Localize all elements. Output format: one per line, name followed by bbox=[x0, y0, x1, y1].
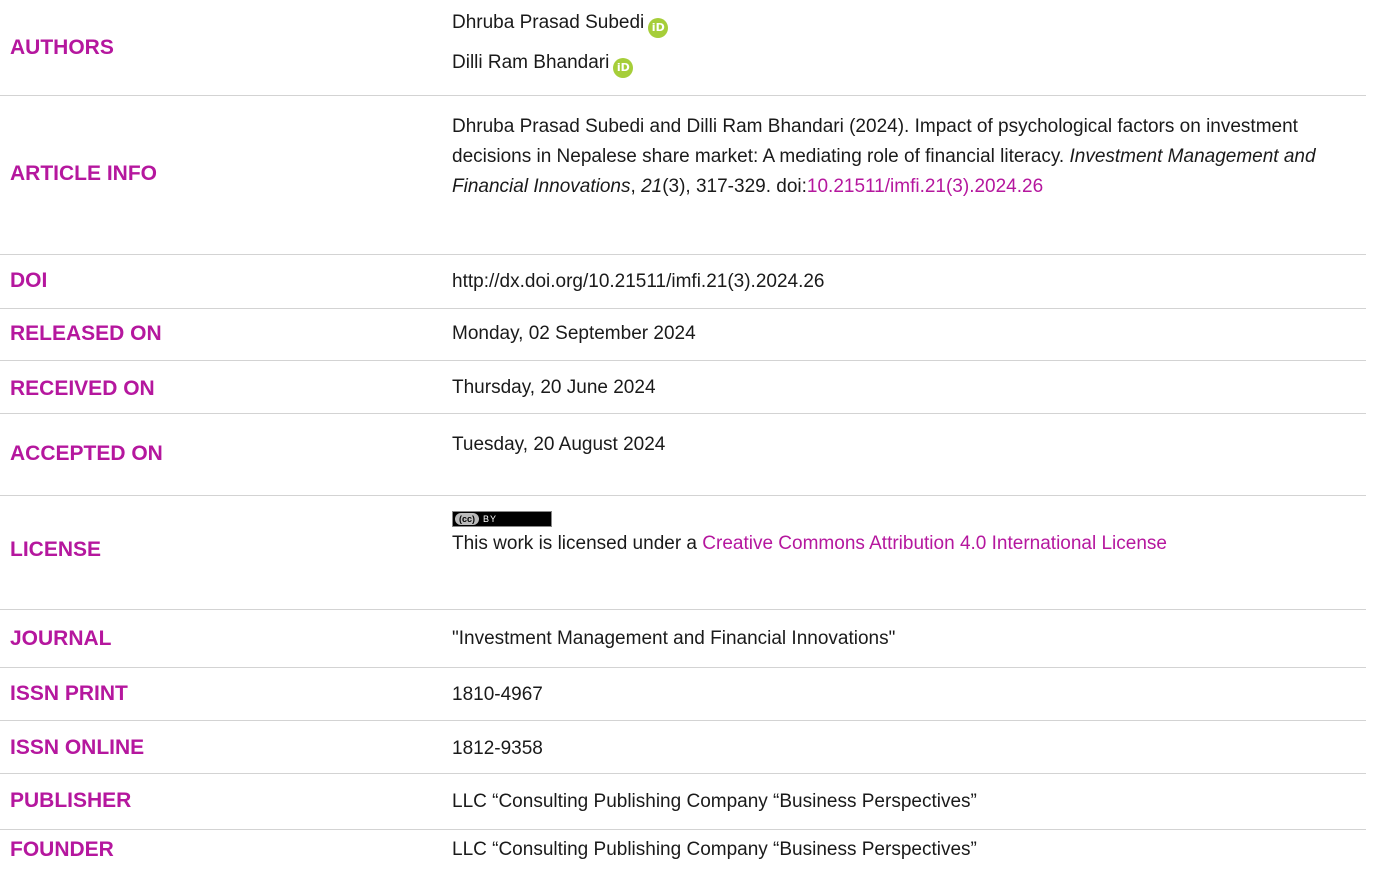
license-text: This work is licensed under a bbox=[452, 533, 703, 554]
orcid-icon[interactable]: iD bbox=[648, 18, 669, 38]
publisher-value: LLC “Consulting Publishing Company “Busi… bbox=[452, 791, 977, 812]
received-value: Thursday, 20 June 2024 bbox=[452, 377, 656, 398]
article-info-row: ARTICLE INFO Dhruba Prasad Subedi and Di… bbox=[0, 96, 1366, 255]
license-value: (cc) BY This work is licensed under a Cr… bbox=[452, 508, 1342, 558]
received-label: RECEIVED ON bbox=[10, 377, 155, 400]
issn-online-value: 1812-9358 bbox=[452, 738, 543, 759]
authors-row: AUTHORS Dhruba Prasad Subedi iD Dilli Ram… bbox=[0, 0, 1366, 96]
citation-doi-link[interactable]: 10.21511/imfi.21(3).2024.26 bbox=[807, 176, 1043, 197]
article-citation: Dhruba Prasad Subedi and Dilli Ram Bhand… bbox=[452, 112, 1342, 202]
journal-row: JOURNAL "Investment Management and Finan… bbox=[0, 610, 1366, 668]
founder-row: FOUNDER LLC “Consulting Publishing Compa… bbox=[0, 830, 1366, 886]
license-label: LICENSE bbox=[10, 538, 102, 561]
article-info-label: ARTICLE INFO bbox=[10, 162, 157, 185]
citation-volume: 21 bbox=[641, 176, 663, 197]
journal-label: JOURNAL bbox=[10, 627, 112, 650]
author-name[interactable]: Dhruba Prasad Subedi bbox=[452, 12, 644, 33]
orcid-icon[interactable]: iD bbox=[613, 58, 634, 78]
doi-value[interactable]: http://dx.doi.org/10.21511/imfi.21(3).20… bbox=[452, 269, 1342, 295]
doi-label: DOI bbox=[10, 269, 48, 292]
accepted-label: ACCEPTED ON bbox=[10, 442, 163, 465]
issn-print-value: 1810-4967 bbox=[452, 684, 543, 705]
author-name[interactable]: Dilli Ram Bhandari bbox=[452, 52, 609, 73]
released-label: RELEASED ON bbox=[10, 322, 162, 345]
journal-value: "Investment Management and Financial Inn… bbox=[452, 628, 896, 649]
released-value: Monday, 02 September 2024 bbox=[452, 323, 696, 344]
accepted-row: ACCEPTED ON Tuesday, 20 August 2024 bbox=[0, 414, 1366, 496]
authors-label: AUTHORS bbox=[10, 36, 114, 59]
cc-by-license-badge[interactable]: (cc) BY bbox=[452, 511, 552, 527]
publisher-row: PUBLISHER LLC “Consulting Publishing Com… bbox=[0, 774, 1366, 830]
citation-comma: , bbox=[630, 176, 642, 197]
authors-list: Dhruba Prasad Subedi iD Dilli Ram Bhandar… bbox=[452, 10, 1342, 80]
license-link[interactable]: Creative Commons Attribution 4.0 Interna… bbox=[702, 533, 1167, 554]
publisher-label: PUBLISHER bbox=[10, 789, 132, 812]
citation-rest: (3), 317-329. doi: bbox=[662, 176, 807, 197]
founder-value: LLC “Consulting Publishing Company “Busi… bbox=[452, 839, 977, 860]
received-row: RECEIVED ON Thursday, 20 June 2024 bbox=[0, 361, 1366, 414]
released-row: RELEASED ON Monday, 02 September 2024 bbox=[0, 309, 1366, 361]
issn-online-label: ISSN ONLINE bbox=[10, 736, 145, 759]
issn-online-row: ISSN ONLINE 1812-9358 bbox=[0, 721, 1366, 774]
doi-row: DOI http://dx.doi.org/10.21511/imfi.21(3… bbox=[0, 255, 1366, 309]
cc-badge-text: (cc) bbox=[455, 513, 479, 525]
issn-print-label: ISSN PRINT bbox=[10, 682, 128, 705]
license-row: LICENSE (cc) BY This work is licensed un… bbox=[0, 496, 1366, 610]
issn-print-row: ISSN PRINT 1810-4967 bbox=[0, 668, 1366, 721]
accepted-value: Tuesday, 20 August 2024 bbox=[452, 434, 666, 455]
by-badge-text: BY bbox=[483, 514, 498, 524]
founder-label: FOUNDER bbox=[10, 838, 114, 861]
